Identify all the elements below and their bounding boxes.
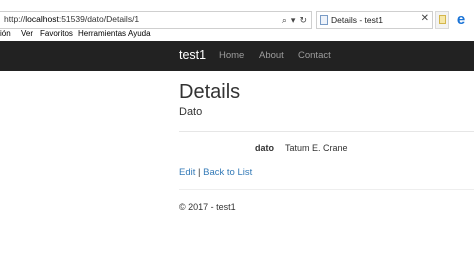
chevron-down-icon[interactable]: ▾ <box>291 13 296 28</box>
refresh-icon[interactable]: ↻ <box>299 13 307 28</box>
menu-item-edicion[interactable]: ión <box>0 29 11 38</box>
url-host: localhost <box>25 14 59 24</box>
new-tab-icon <box>439 15 446 24</box>
nav-home[interactable]: Home <box>219 50 244 61</box>
link-separator: | <box>198 167 201 178</box>
menu-item-herramientas[interactable]: Herramientas <box>78 29 126 38</box>
site-brand[interactable]: test1 <box>179 48 206 62</box>
menu-bar: ión Ver Favoritos Herramientas Ayuda <box>0 29 474 41</box>
divider <box>179 131 474 132</box>
footer-divider <box>179 189 474 190</box>
page-title: Details <box>179 81 241 103</box>
tab-title: Details - test1 <box>331 15 383 25</box>
field-value: Tatum E. Crane <box>285 143 348 153</box>
address-bar[interactable]: http://localhost:51539/dato/Details/1 ⌕ … <box>0 11 312 29</box>
page-icon <box>320 15 328 25</box>
url-path: :51539/dato/Details/1 <box>58 14 140 24</box>
menu-item-ver[interactable]: Ver <box>21 29 33 38</box>
edit-link[interactable]: Edit <box>179 167 195 178</box>
address-url[interactable]: http://localhost:51539/dato/Details/1 <box>4 14 139 24</box>
back-to-list-link[interactable]: Back to List <box>203 167 252 178</box>
nav-contact[interactable]: Contact <box>298 50 331 61</box>
browser-chrome: http://localhost:51539/dato/Details/1 ⌕ … <box>0 0 474 41</box>
browser-tab[interactable]: Details - test1 ✕ <box>316 11 433 29</box>
close-icon[interactable]: ✕ <box>421 13 429 24</box>
menu-item-favoritos[interactable]: Favoritos <box>40 29 73 38</box>
nav-about[interactable]: About <box>259 50 284 61</box>
internet-explorer-icon[interactable]: e <box>453 12 469 28</box>
field-label: dato <box>255 143 274 153</box>
new-tab-button[interactable] <box>435 11 449 29</box>
menu-item-ayuda[interactable]: Ayuda <box>128 29 151 38</box>
site-navbar: test1 Home About Contact <box>0 41 474 71</box>
action-links: Edit | Back to List <box>179 167 252 178</box>
page-subtitle: Dato <box>179 106 203 118</box>
address-bar-icons: ⌕ ▾ ↻ <box>282 13 307 28</box>
footer-text: © 2017 - test1 <box>179 202 236 212</box>
url-scheme: http:// <box>4 14 26 24</box>
search-icon[interactable]: ⌕ <box>282 13 287 28</box>
